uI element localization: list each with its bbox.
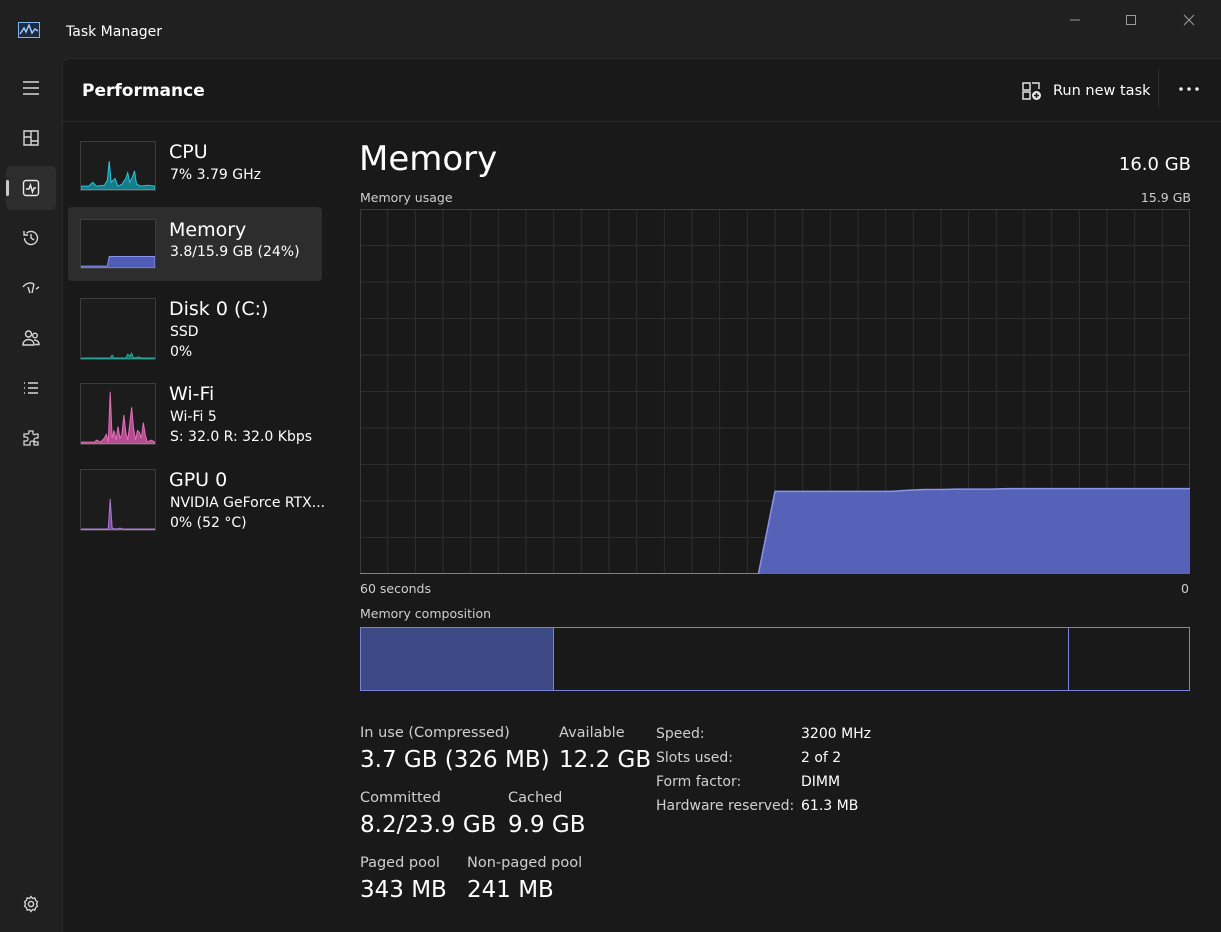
hamburger-menu-icon (23, 81, 39, 95)
slots-used-value: 2 of 2 (801, 750, 842, 766)
resource-name: Memory (169, 219, 247, 241)
composition-in-use (361, 628, 554, 690)
maximize-button[interactable] (1102, 0, 1160, 40)
resource-detail-2: 0% (52 °C) (170, 515, 247, 531)
window-title: Task Manager (66, 24, 163, 40)
hardware-reserved-label: Hardware reserved: (656, 798, 795, 814)
details-icon (24, 382, 38, 394)
settings-icon (23, 895, 39, 913)
services-icon (23, 430, 39, 446)
composition-free (1069, 628, 1189, 690)
minimize-icon (1070, 19, 1080, 21)
nonpaged-pool-label: Non-paged pool (467, 855, 583, 871)
graph-x-end-label: 0 (1181, 581, 1189, 596)
form-factor-value: DIMM (801, 774, 841, 790)
header-divider (63, 121, 1221, 122)
resource-name: CPU (169, 141, 208, 163)
speed-label: Speed: (656, 726, 705, 742)
resource-memory[interactable]: Memory 3.8/15.9 GB (24%) (68, 207, 322, 281)
navigation-rail (0, 58, 62, 932)
nav-details[interactable] (6, 366, 56, 410)
header-separator (1158, 69, 1159, 107)
memory-composition-bar (360, 627, 1190, 691)
form-factor-label: Form factor: (656, 774, 742, 790)
resource-detail-2: 0% (170, 344, 193, 360)
resource-name: Disk 0 (C:) (169, 298, 269, 320)
nav-app-history[interactable] (6, 216, 56, 260)
memory-composition-label: Memory composition (360, 606, 492, 621)
paged-pool-value: 343 MB (360, 877, 447, 903)
resource-cpu[interactable]: CPU 7% 3.79 GHz (68, 136, 322, 200)
nav-processes[interactable] (6, 116, 56, 160)
resource-detail: NVIDIA GeForce RTX... (170, 495, 326, 511)
nav-startup-apps[interactable] (6, 266, 56, 310)
speed-value: 3200 MHz (801, 726, 872, 742)
detail-title: Memory (359, 139, 498, 179)
memory-total: 16.0 GB (1118, 154, 1191, 175)
run-new-task-icon (1022, 82, 1041, 100)
cached-label: Cached (508, 790, 563, 806)
resource-disk[interactable]: Disk 0 (C:) SSD 0% (68, 288, 322, 366)
nav-users[interactable] (6, 316, 56, 360)
gpu-thumbnail-graph (80, 469, 156, 531)
main-content: Performance Run new task CPU 7% 3.79 GHz (62, 58, 1221, 932)
maximize-icon (1126, 15, 1136, 25)
memory-usage-max: 15.9 GB (1140, 190, 1191, 205)
resource-name: GPU 0 (169, 469, 228, 491)
paged-pool-label: Paged pool (360, 855, 440, 871)
resource-wifi[interactable]: Wi-Fi Wi-Fi 5 S: 32.0 R: 32.0 Kbps (68, 373, 322, 453)
cached-value: 9.9 GB (508, 812, 586, 838)
users-icon (22, 330, 40, 346)
resource-name: Wi-Fi (169, 383, 215, 405)
memory-thumbnail-graph (80, 219, 156, 269)
memory-usage-graph (360, 209, 1190, 574)
run-new-task-label: Run new task (1053, 83, 1151, 99)
slots-used-label: Slots used: (656, 750, 733, 766)
resource-detail-2: S: 32.0 R: 32.0 Kbps (170, 429, 313, 445)
wifi-thumbnail-graph (80, 383, 156, 445)
composition-standby (554, 628, 1070, 690)
graph-x-start-label: 60 seconds (360, 581, 431, 596)
in-use-value: 3.7 GB (326 MB) (360, 747, 550, 773)
resource-detail: 3.8/15.9 GB (24%) (170, 244, 300, 260)
nav-settings[interactable] (6, 882, 56, 926)
in-use-label: In use (Compressed) (360, 725, 510, 741)
task-manager-logo-icon (18, 22, 40, 38)
memory-usage-label: Memory usage (360, 190, 453, 205)
close-icon (1183, 14, 1195, 26)
run-new-task-button[interactable]: Run new task (1015, 75, 1157, 107)
nav-menu-button[interactable] (6, 66, 56, 110)
resource-detail: 7% 3.79 GHz (170, 167, 262, 183)
resource-gpu[interactable]: GPU 0 NVIDIA GeForce RTX... 0% (52 °C) (68, 459, 326, 537)
processes-icon (23, 130, 39, 146)
title-bar: Task Manager (0, 0, 1221, 58)
app-history-icon (23, 230, 39, 246)
page-title: Performance (82, 81, 205, 101)
available-value: 12.2 GB (559, 747, 652, 773)
nav-services[interactable] (6, 416, 56, 460)
nonpaged-pool-value: 241 MB (467, 877, 554, 903)
close-button[interactable] (1160, 0, 1218, 40)
committed-value: 8.2/23.9 GB (360, 812, 497, 838)
hardware-reserved-value: 61.3 MB (801, 798, 859, 814)
more-options-icon (1179, 87, 1199, 91)
nav-performance[interactable] (6, 166, 56, 210)
more-options-button[interactable] (1169, 73, 1209, 105)
minimize-button[interactable] (1046, 0, 1104, 40)
cpu-thumbnail-graph (80, 141, 156, 191)
disk-thumbnail-graph (80, 298, 156, 360)
performance-icon (22, 179, 40, 197)
startup-apps-icon (22, 282, 40, 294)
resource-detail: SSD (170, 324, 199, 340)
available-label: Available (559, 725, 625, 741)
committed-label: Committed (360, 790, 441, 806)
resource-detail: Wi-Fi 5 (170, 409, 217, 425)
active-indicator (6, 180, 9, 196)
